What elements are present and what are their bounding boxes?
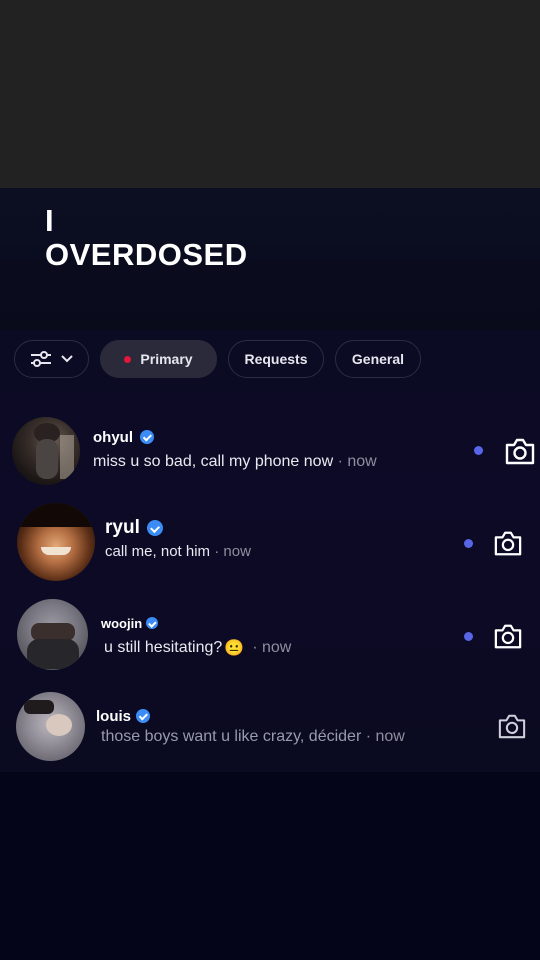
thread-timestamp: · now	[365, 728, 405, 745]
title-line-2: OVERDOSED	[45, 237, 248, 272]
tab-primary[interactable]: Primary	[100, 340, 217, 378]
camera-icon[interactable]	[497, 712, 527, 740]
bottom-letterbox	[0, 772, 540, 960]
unread-dot	[464, 632, 473, 641]
filter-bar: Primary Requests General	[14, 340, 534, 380]
title-line-1: I	[45, 203, 55, 238]
thread-name-line: ohyul	[93, 428, 154, 446]
avatar-louis[interactable]	[16, 692, 85, 761]
top-letterbox	[0, 0, 540, 188]
thread-message-text: call me, not him	[105, 543, 211, 560]
thread-name-line: ryul	[105, 517, 163, 539]
thread-name: ohyul	[93, 428, 133, 446]
thread-name-line: woojin	[101, 615, 159, 631]
thread-name: woojin	[101, 615, 143, 631]
unread-dot	[474, 446, 483, 455]
thread-timestamp: · now	[214, 543, 251, 560]
avatar-woojin[interactable]	[17, 599, 88, 670]
avatar-ryul[interactable]	[17, 503, 95, 581]
page-title: I OVERDOSED	[45, 204, 248, 272]
thread-name-line: louis	[96, 707, 151, 725]
thread-timestamp: · now	[252, 639, 292, 656]
thread-message-text: those boys want u like crazy, décider	[101, 728, 362, 745]
tab-requests[interactable]: Requests	[228, 340, 324, 378]
verified-badge-icon	[146, 520, 163, 536]
thread-name: ryul	[105, 517, 140, 538]
thread-timestamp: · now	[337, 453, 377, 470]
thread-message: those boys want u like crazy, décider · …	[101, 728, 405, 746]
chevron-down-icon	[60, 355, 73, 363]
tab-requests-label: Requests	[244, 351, 308, 367]
tab-primary-label: Primary	[140, 351, 193, 367]
verified-badge-icon	[146, 617, 159, 629]
thread-message: u still hesitating? 😐 · now	[104, 638, 291, 658]
camera-icon[interactable]	[504, 436, 536, 466]
unread-dot	[464, 539, 473, 548]
neutral-face-emoji: 😐	[224, 640, 245, 657]
primary-dot-indicator	[124, 355, 132, 363]
tab-general-label: General	[351, 351, 405, 367]
avatar-ohyul[interactable]	[12, 417, 80, 485]
camera-icon[interactable]	[493, 529, 523, 557]
thread-name: louis	[96, 707, 132, 725]
thread-message-text: u still hesitating?	[104, 639, 223, 656]
tab-general[interactable]: General	[335, 340, 421, 378]
camera-icon[interactable]	[493, 622, 523, 650]
verified-badge-icon	[140, 430, 154, 444]
sliders-icon	[30, 351, 51, 367]
verified-badge-icon	[136, 709, 151, 723]
thread-message-text: miss u so bad, call my phone now	[93, 453, 334, 470]
thread-message: miss u so bad, call my phone now · now	[93, 453, 377, 471]
thread-message: call me, not him · now	[105, 543, 251, 560]
filter-button[interactable]	[14, 340, 89, 378]
